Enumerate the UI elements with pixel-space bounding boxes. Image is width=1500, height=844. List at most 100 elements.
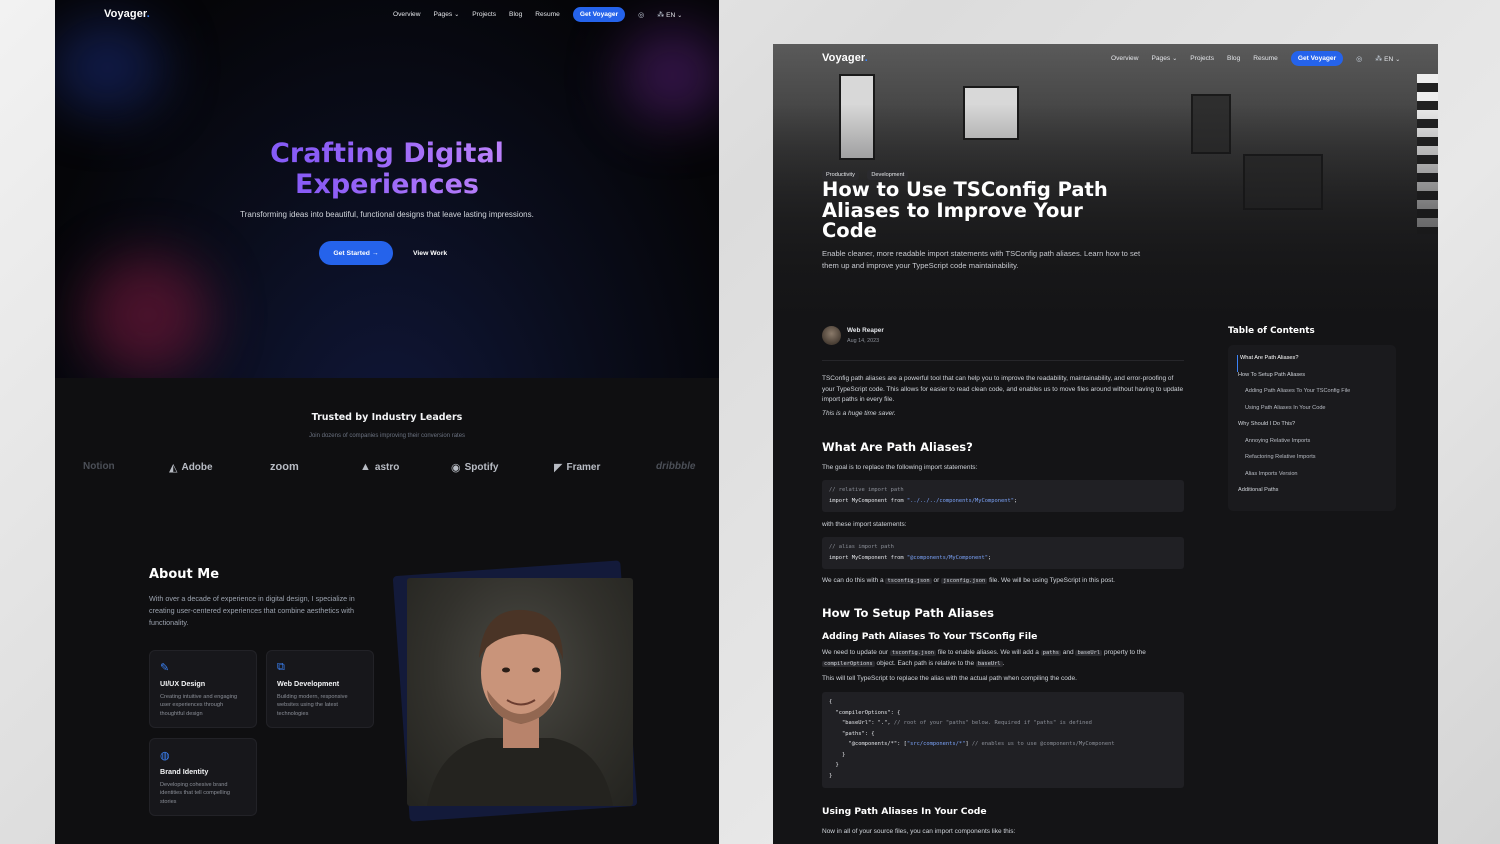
theme-toggle-icon[interactable]: ◎ <box>638 11 644 19</box>
logo-adobe-text: Adobe <box>181 462 213 473</box>
logo-framer: ◤ Framer <box>554 461 600 474</box>
code-line: "@components/*": [ <box>829 741 907 747</box>
goal-text: The goal is to replace the following imp… <box>822 464 978 471</box>
text-span: object. Each path is relative to the <box>876 659 975 667</box>
toc-item[interactable]: Alias Imports Version <box>1238 471 1396 488</box>
text-span: and <box>1062 649 1074 656</box>
hero-section: Voyager. Overview Pages ⌄ Projects Blog R… <box>55 0 719 378</box>
logo-spotify-text: Spotify <box>464 462 499 473</box>
logo-adobe: ◭ Adobe <box>169 461 213 474</box>
code-block-alias: // alias import path import MyComponent … <box>822 537 1184 569</box>
hero-title-line1: Crafting Digital <box>270 138 504 169</box>
nav-resume[interactable]: Resume <box>535 11 560 18</box>
language-label: EN <box>1384 55 1394 63</box>
get-voyager-button[interactable]: Get Voyager <box>1290 51 1344 66</box>
author-name[interactable]: Web Reaper <box>847 327 884 334</box>
service-card-title: Brand Identity <box>160 767 209 776</box>
text-span: We can do this with a <box>822 577 884 584</box>
nav-blog[interactable]: Blog <box>509 11 522 18</box>
service-card-webdev[interactable]: ⧉ Web Development Building modern, respo… <box>266 650 374 728</box>
nav-pages-label: Pages <box>1151 55 1171 62</box>
now-text: Now in all of your source files, you can… <box>822 828 1016 835</box>
service-card-desc: Creating intuitive and engaging user exp… <box>160 694 238 717</box>
code-string: "@components/MyComponent" <box>906 554 989 561</box>
nav-pages[interactable]: Pages ⌄ <box>433 11 459 18</box>
toc-title: Table of Contents <box>1228 326 1315 336</box>
inline-code: compilerOptions <box>822 660 875 667</box>
toc-item[interactable]: How To Setup Path Aliases <box>1238 372 1396 389</box>
service-card-uiux[interactable]: ✎ UI/UX Design Creating intuitive and en… <box>149 650 257 728</box>
logo-spotify: ◉ Spotify <box>451 461 499 474</box>
language-select[interactable]: ⁂ EN ⌄ <box>1375 55 1400 63</box>
hero-title-line2: Experiences <box>295 169 479 200</box>
toc-item[interactable]: Annoying Relative Imports <box>1238 438 1396 455</box>
code-line: "compilerOptions": { <box>829 709 901 716</box>
code-block-tsconfig: { "compilerOptions": { "baseUrl": ".", /… <box>822 692 1184 788</box>
toc-item[interactable]: Adding Path Aliases To Your TSConfig Fil… <box>1238 388 1396 405</box>
heading-what-are-path-aliases: What Are Path Aliases? <box>822 440 973 454</box>
service-card-brand[interactable]: ◍ Brand Identity Developing cohesive bra… <box>149 738 257 816</box>
logo-strip: Notion ◭ Adobe zoom ▲ astro ◉ Spotify ◤ Fram… <box>55 461 719 481</box>
inline-code: baseUrl <box>975 660 1003 667</box>
code-line: } <box>829 772 833 779</box>
post-date: Aug 14, 2023 <box>847 338 880 344</box>
article-title: How to Use TSConfig Path Aliases to Impr… <box>822 178 1108 242</box>
astro-icon: ▲ <box>360 461 371 473</box>
table-of-contents: What Are Path Aliases? How To Setup Path… <box>1228 345 1396 511</box>
decorative-orb <box>55 20 165 115</box>
text-span: property to the <box>1103 649 1146 656</box>
top-nav: Voyager. Overview Pages ⌄ Projects Blog R… <box>55 0 719 28</box>
service-card-title: Web Development <box>277 679 340 688</box>
nav-pages-label: Pages <box>433 11 453 18</box>
trusted-title: Trusted by Industry Leaders <box>311 412 463 423</box>
code-line: } <box>829 762 839 768</box>
logo-zoom: zoom <box>270 461 299 473</box>
spotify-icon: ◉ <box>451 462 461 474</box>
nav-projects[interactable]: Projects <box>1190 55 1214 62</box>
logo-astro-text: astro <box>374 461 400 473</box>
toc-item[interactable]: Additional Paths <box>1238 487 1396 504</box>
text-span: . <box>1002 659 1005 667</box>
toc-item[interactable]: Using Path Aliases In Your Code <box>1238 405 1396 422</box>
nav-overview[interactable]: Overview <box>393 11 420 18</box>
code-comment: // enables us to use @components/MyCompo… <box>971 741 1115 747</box>
toc-item[interactable]: What Are Path Aliases? <box>1237 355 1396 372</box>
language-select[interactable]: ⁂ EN ⌄ <box>657 11 682 19</box>
translate-icon: ⁂ <box>657 11 665 19</box>
nav-links: Overview Pages ⌄ Projects Blog Resume Get… <box>1111 51 1400 66</box>
top-nav: Voyager. Overview Pages ⌄ Projects Blog R… <box>773 44 1438 72</box>
toc-item[interactable]: Refactoring Relative Imports <box>1238 454 1396 471</box>
service-card-title: UI/UX Design <box>160 679 206 688</box>
view-work-button[interactable]: View Work <box>413 250 447 257</box>
heading-adding-path-aliases: Adding Path Aliases To Your TSConfig Fil… <box>822 631 1038 642</box>
chevron-down-icon: ⌄ <box>1395 56 1401 63</box>
hero-title: Crafting Digital Experiences <box>55 138 719 200</box>
hero-actions: Get Started → View Work <box>319 241 447 265</box>
brand-logo[interactable]: Voyager. <box>104 8 150 20</box>
nav-resume[interactable]: Resume <box>1253 55 1278 62</box>
nav-projects[interactable]: Projects <box>472 11 496 18</box>
nav-pages[interactable]: Pages ⌄ <box>1151 55 1177 62</box>
adobe-icon: ◭ <box>169 462 178 474</box>
get-started-button[interactable]: Get Started → <box>319 241 393 265</box>
avatar <box>822 326 841 345</box>
blog-post-preview: Voyager. Overview Pages ⌄ Projects Blog R… <box>773 44 1438 844</box>
heading-using-path-aliases: Using Path Aliases In Your Code <box>822 806 987 817</box>
logo-astro: ▲ astro <box>360 461 399 473</box>
brand-logo[interactable]: Voyager. <box>822 52 868 64</box>
code-comment: // root of your "paths" below. Required … <box>893 720 1092 726</box>
decorative-orb <box>620 28 719 123</box>
arrow-right-icon: → <box>371 249 379 257</box>
toc-item[interactable]: Why Should I Do This? <box>1238 421 1396 438</box>
framer-icon: ◤ <box>554 462 563 474</box>
code-string: "src/components/*" <box>906 741 966 747</box>
text-span: We need to update our <box>822 649 889 656</box>
get-voyager-button[interactable]: Get Voyager <box>572 7 626 22</box>
nav-links: Overview Pages ⌄ Projects Blog Resume Get… <box>393 7 682 22</box>
code-line: "baseUrl": ".", <box>829 720 894 726</box>
chevron-down-icon: ⌄ <box>677 12 683 19</box>
theme-toggle-icon[interactable]: ◎ <box>1356 55 1362 63</box>
nav-overview[interactable]: Overview <box>1111 55 1138 62</box>
nav-blog[interactable]: Blog <box>1227 55 1240 62</box>
inline-code: baseUrl <box>1075 650 1103 656</box>
